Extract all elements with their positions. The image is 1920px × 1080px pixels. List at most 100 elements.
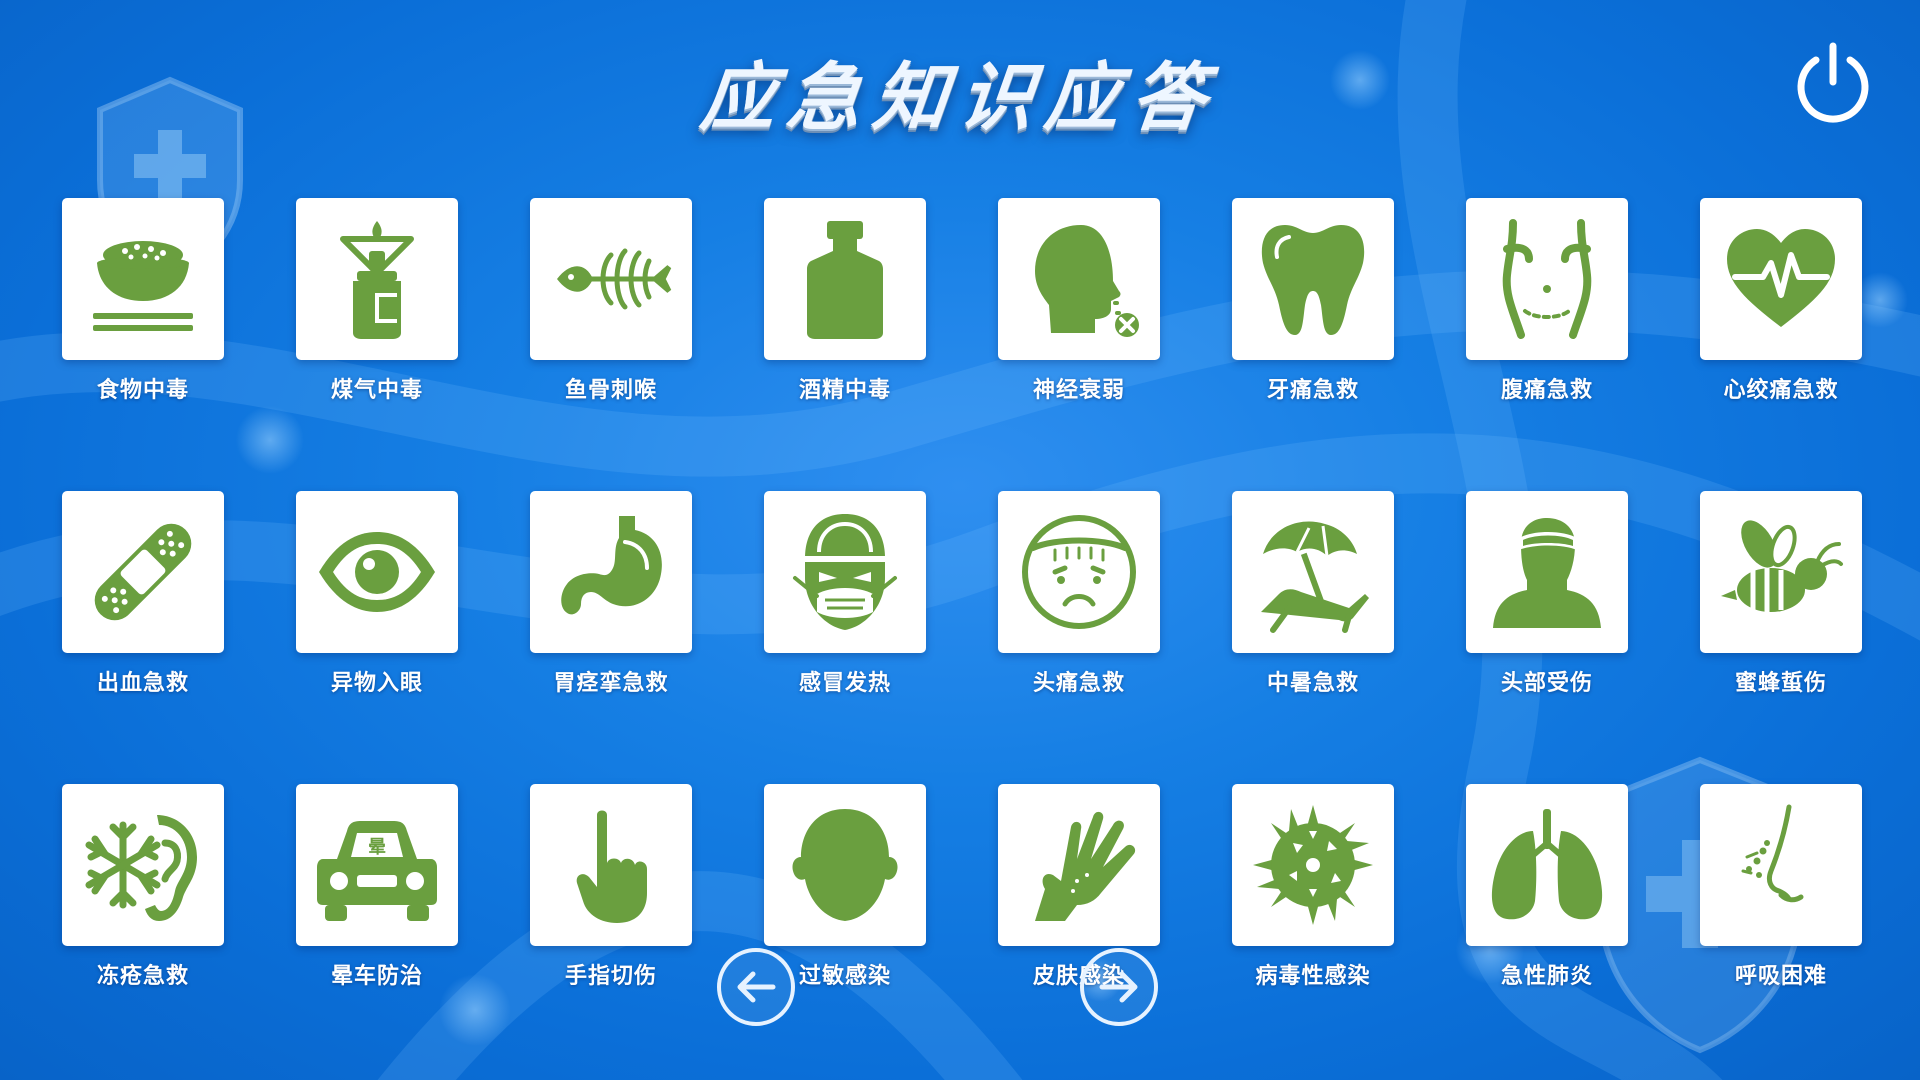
- tile-label: 异物入眼: [330, 671, 423, 696]
- car-icon: 晕: [317, 821, 437, 921]
- eye-icon: [319, 532, 435, 612]
- frostbite-ear-icon: [85, 815, 197, 921]
- tile-icon-box: [62, 198, 224, 360]
- tile-label: 胃痉挛急救: [553, 671, 669, 696]
- tile-label: 头部受伤: [1500, 671, 1593, 696]
- topic-tile-bee-sting[interactable]: 蜜蜂蜇伤: [1700, 491, 1862, 697]
- power-button[interactable]: [1788, 38, 1878, 128]
- bee-icon: [1721, 520, 1843, 612]
- tile-icon-box: [998, 491, 1160, 653]
- topic-tile-bleeding[interactable]: 出血急救: [62, 491, 224, 697]
- tile-label: 牙痛急救: [1266, 378, 1359, 403]
- next-page-button[interactable]: [1078, 946, 1160, 1028]
- topic-tile-breathing-difficulty[interactable]: 呼吸困难: [1700, 784, 1862, 990]
- power-icon: [1797, 42, 1869, 123]
- finger-icon: [576, 810, 647, 923]
- topic-tile-fish-bone[interactable]: 鱼骨刺喉: [530, 198, 692, 404]
- tile-label: 出血急救: [96, 671, 189, 696]
- tile-icon-box: [296, 198, 458, 360]
- tile-icon-box: [1466, 198, 1628, 360]
- topic-tile-stomach-cramp[interactable]: 胃痉挛急救: [530, 491, 692, 697]
- tile-label: 心绞痛急救: [1723, 378, 1839, 403]
- tile-label: 煤气中毒: [330, 378, 423, 403]
- prev-page-button[interactable]: [715, 946, 797, 1028]
- topic-tile-abdominal-pain[interactable]: 腹痛急救: [1466, 198, 1628, 404]
- fish-bone-icon: [557, 248, 672, 310]
- head-injury-icon: [1493, 518, 1601, 628]
- head-profile-icon: [1035, 225, 1139, 337]
- tile-icon-box: [1700, 198, 1862, 360]
- masked-face-icon: [793, 514, 897, 630]
- arrow-left-icon: [717, 948, 795, 1026]
- heart-pulse-icon: [1727, 229, 1835, 327]
- tile-icon-box: [296, 491, 458, 653]
- tile-icon-box: [764, 198, 926, 360]
- rice-bowl-icon: [93, 241, 193, 331]
- tile-label: 手指切伤: [564, 964, 657, 989]
- topic-tile-carsickness[interactable]: 晕 晕车防治: [296, 784, 458, 990]
- tile-label: 冻疮急救: [96, 964, 189, 989]
- app-screen: 应急知识应答 食物中毒 煤气中毒 鱼骨刺喉 酒精中毒 神经衰弱 牙痛急救 腹痛急…: [0, 0, 1920, 1080]
- tile-icon-box: [62, 491, 224, 653]
- tile-label: 鱼骨刺喉: [564, 378, 657, 403]
- tile-icon-box: [530, 491, 692, 653]
- tile-icon-box: [1232, 491, 1394, 653]
- tile-label: 食物中毒: [96, 378, 189, 403]
- topic-tile-alcohol[interactable]: 酒精中毒: [764, 198, 926, 404]
- tile-label: 神经衰弱: [1032, 378, 1125, 403]
- hand-icon: [1035, 811, 1136, 921]
- topic-tile-pneumonia[interactable]: 急性肺炎: [1466, 784, 1628, 990]
- tile-label: 腹痛急救: [1500, 378, 1593, 403]
- topic-tile-heatstroke[interactable]: 中暑急救: [1232, 491, 1394, 697]
- tile-icon-box: [1232, 784, 1394, 946]
- stomach-icon: [561, 516, 662, 615]
- topic-grid: 食物中毒 煤气中毒 鱼骨刺喉 酒精中毒 神经衰弱 牙痛急救 腹痛急救 心绞痛急救…: [62, 198, 1868, 990]
- topic-tile-cold-fever[interactable]: 感冒发热: [764, 491, 926, 697]
- tile-label: 蜜蜂蜇伤: [1734, 671, 1827, 696]
- tile-icon-box: [530, 198, 692, 360]
- tile-icon-box: [1232, 198, 1394, 360]
- nose-breath-icon: [1741, 804, 1804, 903]
- tile-label: 中暑急救: [1266, 671, 1359, 696]
- virus-icon: [1253, 805, 1373, 925]
- topic-tile-headache[interactable]: 头痛急救: [998, 491, 1160, 697]
- car-plate-text: 晕: [368, 837, 386, 858]
- lungs-icon: [1491, 809, 1603, 920]
- arrow-right-icon: [1080, 948, 1158, 1026]
- tile-icon-box: [530, 784, 692, 946]
- headache-face-icon: [1022, 515, 1136, 629]
- tile-icon-box: [764, 491, 926, 653]
- tile-icon-box: [1466, 491, 1628, 653]
- topic-tile-finger-cut[interactable]: 手指切伤: [530, 784, 692, 990]
- bald-head-icon: [792, 809, 898, 921]
- topic-tile-food-poisoning[interactable]: 食物中毒: [62, 198, 224, 404]
- beach-umbrella-icon: [1261, 521, 1369, 633]
- tile-label: 病毒性感染: [1255, 964, 1371, 989]
- tile-icon-box: [998, 784, 1160, 946]
- page-title: 应急知识应答: [696, 55, 1222, 141]
- bandage-icon: [94, 523, 192, 621]
- tile-icon-box: [764, 784, 926, 946]
- tile-icon-box: [998, 198, 1160, 360]
- topic-tile-head-injury[interactable]: 头部受伤: [1466, 491, 1628, 697]
- tile-label: 急性肺炎: [1500, 964, 1593, 989]
- topic-tile-viral-infection[interactable]: 病毒性感染: [1232, 784, 1394, 990]
- topic-tile-foreign-eye[interactable]: 异物入眼: [296, 491, 458, 697]
- tile-label: 晕车防治: [330, 964, 423, 989]
- alcohol-bottle-icon: [807, 221, 883, 339]
- tile-icon-box: [1466, 784, 1628, 946]
- gas-stove-icon: [340, 221, 414, 339]
- tile-icon-box: [1700, 491, 1862, 653]
- topic-tile-angina[interactable]: 心绞痛急救: [1700, 198, 1862, 404]
- tile-label: 感冒发热: [798, 671, 891, 696]
- tile-label: 酒精中毒: [798, 378, 891, 403]
- topic-tile-neurasthenia[interactable]: 神经衰弱: [998, 198, 1160, 404]
- tile-label: 头痛急救: [1032, 671, 1125, 696]
- topic-tile-frostbite[interactable]: 冻疮急救: [62, 784, 224, 990]
- tile-label: 呼吸困难: [1734, 964, 1827, 989]
- tooth-icon: [1261, 225, 1365, 335]
- topic-tile-toothache[interactable]: 牙痛急救: [1232, 198, 1394, 404]
- tile-icon-box: [1700, 784, 1862, 946]
- abdomen-icon: [1502, 219, 1592, 339]
- topic-tile-gas-poisoning[interactable]: 煤气中毒: [296, 198, 458, 404]
